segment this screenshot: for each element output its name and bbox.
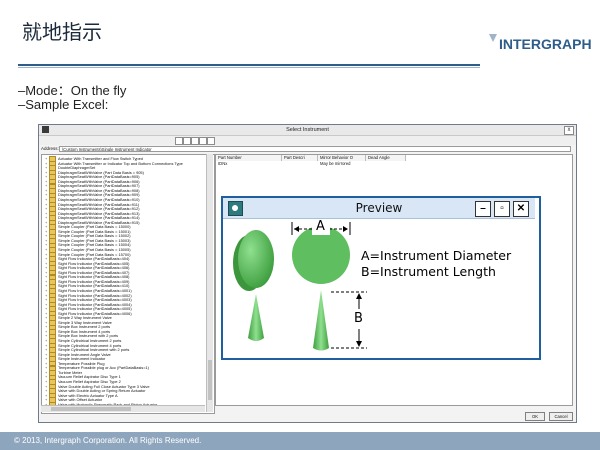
toolbar xyxy=(39,136,576,145)
footer-bar: © 2013, Intergraph Corporation. All Righ… xyxy=(0,432,600,450)
preview-titlebar: Preview – ▫ ✕ xyxy=(223,198,535,219)
slide-title: 就地指示 xyxy=(22,20,102,44)
back-icon[interactable] xyxy=(175,137,183,145)
intergraph-logo: INTERGRAPH xyxy=(489,34,591,52)
close-icon[interactable]: ✕ xyxy=(513,201,529,217)
dimension-a-label: A xyxy=(316,219,325,234)
isometric-disc xyxy=(233,230,274,291)
address-label: Address: xyxy=(41,146,59,151)
bullet-sample-excel: –Sample Excel: xyxy=(18,97,109,112)
header-divider-thin xyxy=(18,67,480,68)
up-folder-icon[interactable] xyxy=(191,137,199,145)
refresh-icon[interactable] xyxy=(199,137,207,145)
front-view-cone xyxy=(313,290,329,351)
maximize-icon[interactable]: ▫ xyxy=(494,201,510,217)
formula-instrument-diameter: A=Instrument Diameter xyxy=(361,248,512,263)
scroll-thumb[interactable] xyxy=(51,407,131,411)
catalog-tree[interactable]: + Actuator With Transmitter and Flow Swit… xyxy=(41,154,215,414)
preview-canvas: A B A=Instrument Diameter B=Instrument L… xyxy=(227,219,531,354)
view-icon[interactable] xyxy=(207,137,215,145)
logo-text: INTERGRAPH xyxy=(499,36,591,52)
preview-window: Preview – ▫ ✕ A B A=Instrument Diameter … xyxy=(221,196,541,360)
table-cell[interactable] xyxy=(282,161,318,167)
copyright-text: © 2013, Intergraph Corporation. All Righ… xyxy=(14,436,202,445)
tree-horizontal-scrollbar[interactable] xyxy=(41,405,205,412)
isometric-cone xyxy=(248,294,264,341)
table-cell[interactable] xyxy=(366,161,406,167)
address-field[interactable]: \Custom Instruments\Single Instrument In… xyxy=(59,146,571,152)
dimension-b-label: B xyxy=(354,311,363,326)
table-cell[interactable]: IDNx xyxy=(216,161,282,167)
minimize-icon[interactable]: – xyxy=(475,201,491,217)
window-close-button[interactable]: x xyxy=(564,126,574,135)
cancel-button[interactable]: Cancel xyxy=(549,412,573,421)
instrument-diagram xyxy=(233,221,369,351)
forward-icon[interactable] xyxy=(183,137,191,145)
scroll-thumb[interactable] xyxy=(208,360,212,400)
window-titlebar: Select Instrument x xyxy=(39,125,576,136)
table-cell[interactable]: May be mirrored xyxy=(318,161,366,167)
header-divider xyxy=(18,64,480,66)
ok-button[interactable]: OK xyxy=(525,412,545,421)
address-row: Address: \Custom Instruments\Single Inst… xyxy=(39,145,576,153)
dimension-b xyxy=(331,291,369,349)
window-title: Select Instrument xyxy=(286,127,329,133)
tree-vertical-scrollbar[interactable] xyxy=(206,154,213,412)
formula-instrument-length: B=Instrument Length xyxy=(361,264,496,279)
